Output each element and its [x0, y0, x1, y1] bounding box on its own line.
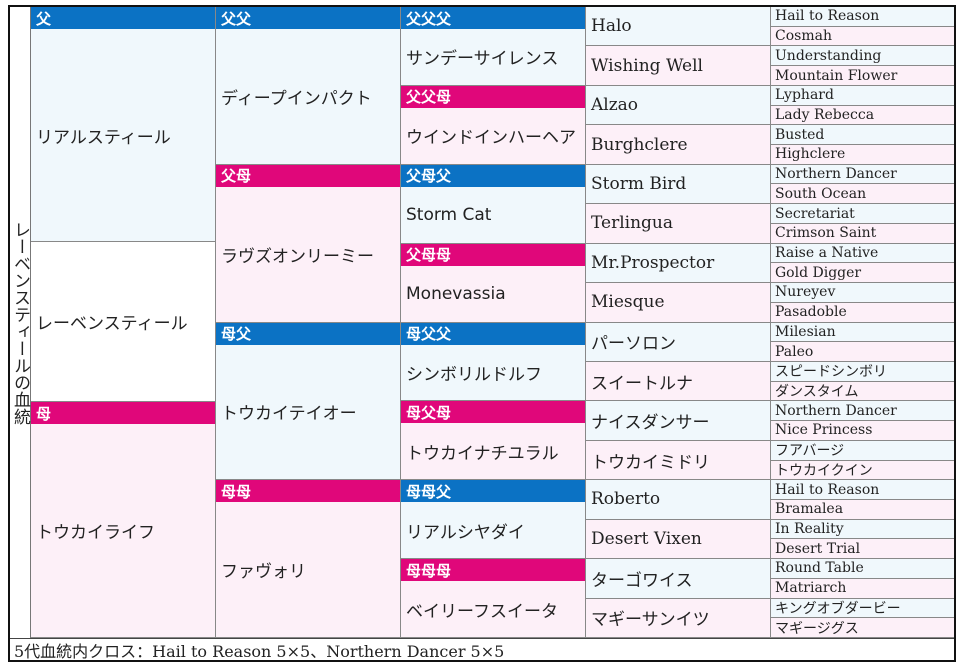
gen5-cell: トウカイクイン — [771, 460, 954, 481]
gen5-cell: Round Table — [771, 559, 954, 579]
gen4-cell: トウカイミドリ — [586, 440, 771, 481]
gen2-cell: ファヴォリ — [216, 502, 401, 638]
gen4-cell: Halo — [586, 7, 771, 47]
gen3-cell: リアルシヤダイ — [401, 502, 586, 560]
gen5-cell: Hail to Reason — [771, 480, 954, 500]
gen5-cell: スピードシンボリ — [771, 361, 954, 382]
header-ds: 母父 — [216, 322, 401, 345]
gen3-cell: Storm Cat — [401, 186, 586, 244]
gen3-cell: トウカイナチユラル — [401, 423, 586, 481]
gen5-cell: Lyphard — [771, 85, 954, 106]
gen4-cell: Terlingua — [586, 204, 771, 244]
header-ssd: 父父母 — [401, 85, 586, 108]
gen5-cell: マギージグス — [771, 618, 954, 638]
gen4-cell: Wishing Well — [586, 46, 771, 86]
gen2-cell: トウカイテイオー — [216, 344, 401, 481]
gen5-cell: Crimson Saint — [771, 223, 954, 244]
gen4-cell: Roberto — [586, 480, 771, 520]
header-sd: 父母 — [216, 164, 401, 187]
header-ddd: 母母母 — [401, 559, 586, 582]
gen5-cell: Secretariat — [771, 204, 954, 224]
gen4-cell: Alzao — [586, 85, 771, 126]
header-sss: 父父父 — [401, 7, 586, 29]
gen5-cell: Nice Princess — [771, 421, 954, 441]
gen5-cell: Gold Digger — [771, 263, 954, 284]
gen4-cell: Burghclere — [586, 125, 771, 165]
header-ss: 父父 — [216, 7, 401, 29]
dam-cell: トウカイライフ — [31, 424, 216, 638]
gen5-cell: Highclere — [771, 145, 954, 165]
gen3-cell: シンボリルドルフ — [401, 344, 586, 402]
gen3-cell: ベイリーフスイータ — [401, 581, 586, 638]
gen5-cell: Bramalea — [771, 499, 954, 520]
subject-cell: レーベンスティール — [31, 242, 216, 402]
gen5-cell: Raise a Native — [771, 243, 954, 264]
gen5-cell: In Reality — [771, 519, 954, 540]
gen4-cell: Storm Bird — [586, 164, 771, 205]
gen5-cell: Milesian — [771, 322, 954, 343]
gen4-cell: パーソロン — [586, 322, 771, 362]
gen5-cell: フアバージ — [771, 440, 954, 461]
gen3-cell: Monevassia — [401, 265, 586, 323]
gen5-cell: Paleo — [771, 342, 954, 362]
header-sdd: 父母母 — [401, 243, 586, 266]
gen5-cell: Lady Rebecca — [771, 105, 954, 126]
gen5-cell: Pasadoble — [771, 302, 954, 323]
pedigree-title: レーベンスティールの血統 — [10, 7, 31, 638]
gen3-cell: サンデーサイレンス — [401, 29, 586, 86]
gen5-cell: Northern Dancer — [771, 401, 954, 422]
gen5-cell: Desert Trial — [771, 539, 954, 560]
header-dd: 母母 — [216, 480, 401, 503]
gen5-cell: Matriarch — [771, 578, 954, 599]
inbreeding-cross-note: 5代血統内クロス：Hail to Reason 5×5、Northern Dan… — [10, 638, 954, 661]
header-sire: 父 — [31, 7, 216, 29]
gen4-cell: ターゴワイス — [586, 559, 771, 599]
header-dss: 母父父 — [401, 322, 586, 345]
gen5-cell: Understanding — [771, 46, 954, 67]
gen4-cell: Miesque — [586, 283, 771, 323]
gen2-cell: ラヴズオンリーミー — [216, 186, 401, 323]
gen4-cell: Desert Vixen — [586, 519, 771, 560]
gen4-cell: スイートルナ — [586, 361, 771, 402]
sire-cell: リアルスティール — [31, 29, 216, 242]
header-dsd: 母父母 — [401, 401, 586, 424]
gen5-cell: Northern Dancer — [771, 164, 954, 185]
pedigree-title-text: レーベンスティールの血統 — [10, 220, 30, 425]
gen5-cell: Mountain Flower — [771, 66, 954, 86]
gen5-cell: Busted — [771, 125, 954, 146]
gen5-cell: Hail to Reason — [771, 7, 954, 27]
header-dam: 母 — [31, 402, 216, 424]
gen4-cell: Mr.Prospector — [586, 243, 771, 284]
gen5-cell: Cosmah — [771, 26, 954, 47]
gen5-cell: South Ocean — [771, 184, 954, 205]
gen2-cell: ディープインパクト — [216, 29, 401, 165]
gen4-cell: マギーサンイツ — [586, 598, 771, 638]
header-sds: 父母父 — [401, 164, 586, 187]
gen5-cell: Nureyev — [771, 283, 954, 303]
gen3-cell: ウインドインハーヘア — [401, 107, 586, 165]
header-dds: 母母父 — [401, 480, 586, 503]
gen5-cell: キングオブダービー — [771, 598, 954, 619]
gen5-cell: ダンスタイム — [771, 381, 954, 402]
gen4-cell: ナイスダンサー — [586, 401, 771, 441]
pedigree-table: レーベンスティールの血統 5代血統内クロス：Hail to Reason 5×5… — [8, 5, 956, 662]
